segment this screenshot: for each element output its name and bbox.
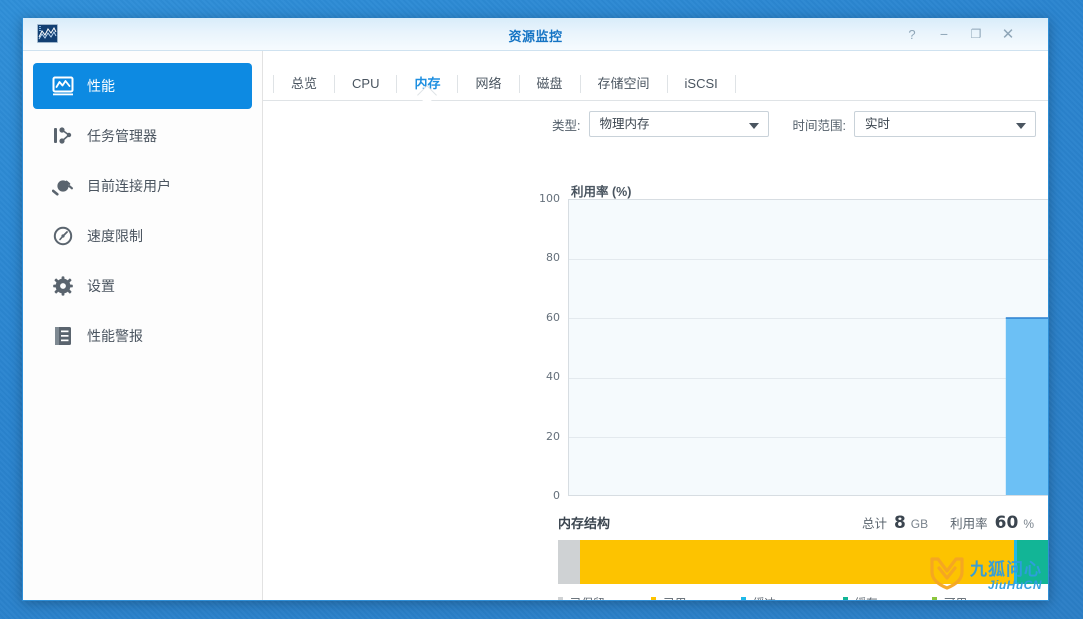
- legend-color-swatch: [932, 597, 938, 600]
- type-select-value: 物理内存: [599, 117, 650, 131]
- memory-structure-title: 内存结构: [558, 516, 611, 531]
- performance-chart-icon: [51, 74, 75, 98]
- legend-color-swatch: [740, 597, 746, 600]
- sidebar-item-label: 任务管理器: [87, 128, 157, 144]
- y-tick-100: 100: [539, 192, 560, 205]
- legend-color-swatch: [842, 597, 848, 600]
- type-label: 类型:: [552, 118, 581, 133]
- minimize-icon[interactable]: −: [932, 23, 956, 46]
- y-tick-20: 20: [546, 430, 560, 443]
- tab-disk[interactable]: 磁盘: [520, 74, 581, 93]
- fox-logo-icon: [928, 554, 966, 597]
- y-tick-60: 60: [546, 311, 560, 324]
- watermark-cn: 九狐问心: [970, 559, 1042, 579]
- memory-summary: 总计 8 GB 利用率 60 %: [862, 513, 1038, 533]
- tab-iscsi[interactable]: iSCSI: [668, 74, 736, 93]
- help-icon[interactable]: ?: [900, 23, 924, 46]
- y-tick-40: 40: [546, 370, 560, 383]
- window-titlebar: 资源监控 ? − ❐ ✕: [23, 18, 1048, 51]
- resource-monitor-window: 资源监控 ? − ❐ ✕ 性能 任务管理器 目前连接用户 速度限制 设置 性能警…: [22, 18, 1049, 601]
- legend-label: 已用: [663, 597, 717, 600]
- chevron-down-icon: [748, 123, 759, 129]
- total-unit: GB: [910, 517, 929, 531]
- tab-overview[interactable]: 总览: [273, 74, 336, 93]
- legend-label: 已保留: [570, 597, 651, 600]
- time-range-select[interactable]: 实时: [854, 111, 1036, 137]
- chart-title: 利用率 (%): [571, 185, 632, 199]
- close-icon[interactable]: ✕: [996, 23, 1020, 46]
- memory-segment-reserved: [558, 540, 581, 584]
- sidebar-item-label: 设置: [87, 278, 115, 294]
- legend-label: 可用: [944, 597, 1025, 600]
- type-select[interactable]: 物理内存: [588, 111, 769, 137]
- filter-row: 类型: 物理内存 时间范围: 实时: [552, 111, 1036, 137]
- legend-color-swatch: [651, 597, 657, 600]
- chart-plot-area: [568, 199, 1048, 496]
- memory-legend-item: 可用232.3MB: [932, 597, 1038, 600]
- usage-value: 60: [994, 513, 1019, 533]
- total-label: 总计: [861, 517, 887, 531]
- speed-gauge-icon: [51, 224, 75, 248]
- legend-label: 缓冲: [753, 597, 821, 600]
- legend-label: 缓存: [855, 597, 909, 600]
- sidebar-item-connected-users[interactable]: 目前连接用户: [33, 163, 252, 209]
- chevron-down-icon: [1016, 123, 1026, 129]
- chart-area-fill: [1005, 318, 1048, 495]
- content-pane: 总览 CPU 内存 网络 磁盘 存储空间 iSCSI 类型: 物理内存 时间范围…: [263, 51, 1048, 600]
- y-tick-80: 80: [546, 251, 560, 264]
- gear-icon: [51, 274, 75, 298]
- sidebar-item-label: 性能警报: [87, 328, 143, 344]
- total-value: 8: [893, 513, 906, 533]
- sidebar-item-speed-limit[interactable]: 速度限制: [33, 213, 252, 259]
- tab-cpu[interactable]: CPU: [335, 74, 398, 93]
- watermark-en: JiuHuCN: [987, 577, 1042, 592]
- sidebar-item-performance-alarm[interactable]: 性能警报: [33, 313, 252, 359]
- memory-legend-item: 已保留167.4MB: [558, 597, 651, 600]
- time-range-select-value: 实时: [865, 117, 891, 131]
- memory-legend-item: 缓存2.8GB: [842, 597, 933, 600]
- sidebar-item-task-manager[interactable]: 任务管理器: [33, 113, 252, 159]
- chart-area-series: [1005, 317, 1048, 495]
- maximize-icon[interactable]: ❐: [964, 23, 988, 46]
- legend-color-swatch: [558, 597, 563, 600]
- window-title: 资源监控: [508, 29, 563, 44]
- chart-line: [1005, 317, 1048, 319]
- usage-label: 利用率: [950, 517, 988, 531]
- tab-network[interactable]: 网络: [458, 74, 520, 93]
- sidebar-item-label: 性能: [87, 78, 115, 94]
- sidebar-item-settings[interactable]: 设置: [33, 263, 252, 309]
- y-tick-0: 0: [553, 489, 560, 502]
- watermark-text: 九狐问心 JiuHuCN: [970, 560, 1042, 592]
- memory-structure-header: 内存结构 总计 8 GB 利用率 60 %: [558, 513, 1038, 535]
- watermark: 九狐问心 JiuHuCN: [928, 554, 1042, 597]
- memory-legend-item: 缓冲11.8MB: [740, 597, 843, 600]
- sidebar: 性能 任务管理器 目前连接用户 速度限制 设置 性能警报: [23, 51, 263, 600]
- sidebar-item-performance[interactable]: 性能: [33, 63, 252, 109]
- usage-unit: %: [1023, 517, 1034, 531]
- sidebar-item-label: 目前连接用户: [87, 178, 171, 194]
- document-list-icon: [51, 324, 75, 348]
- task-manager-icon: [51, 124, 75, 148]
- utilization-chart: 100 80 60 40 20 0: [539, 192, 1048, 502]
- time-range-label: 时间范围:: [792, 118, 846, 133]
- tab-memory[interactable]: 内存: [397, 74, 459, 93]
- sidebar-item-label: 速度限制: [87, 228, 143, 244]
- tab-storage[interactable]: 存储空间: [581, 74, 668, 93]
- memory-legend: 已保留167.4MB已用4.8GB缓冲11.8MB缓存2.8GB可用232.3M…: [558, 597, 1038, 600]
- tab-bar: 总览 CPU 内存 网络 磁盘 存储空间 iSCSI: [263, 67, 1048, 101]
- memory-legend-item: 已用4.8GB: [651, 597, 741, 600]
- plug-connection-icon: [51, 174, 75, 198]
